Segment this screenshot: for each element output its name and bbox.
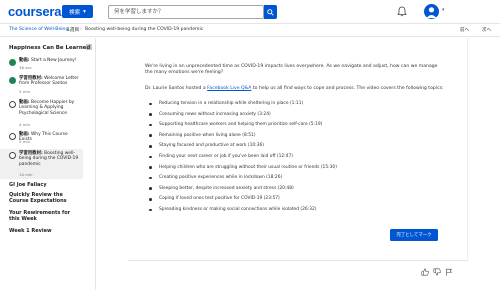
sidebar: Happiness Can Be Learned 動画: Start a New… (0, 38, 96, 290)
intro-paragraph: We're living in an unprecedented time as… (145, 64, 438, 76)
sidebar-item-boosting-wellbeing[interactable]: 学習用教材: Boosting well-being during the CO… (0, 149, 83, 179)
sidebar-section-review-expectations[interactable]: Quickly Review the Course Expectations (9, 192, 79, 205)
search-input[interactable]: 何を学習しますか？ (108, 5, 264, 19)
reading-icon (9, 152, 16, 159)
chevron-right-icon: › (80, 27, 82, 32)
browse-button[interactable]: 検索 ▾ (62, 5, 93, 18)
sidebar-section-week1-review[interactable]: Week 1 Review (9, 228, 79, 234)
search-button[interactable] (264, 5, 277, 19)
chevron-right-icon: › (61, 27, 63, 32)
breadcrumb: The Science of Well-Being › 1週目 › Boosti… (0, 24, 500, 37)
hosted-prefix: Dr. Laurie Santos hosted a (145, 86, 208, 91)
search-icon (267, 8, 274, 16)
previous-button[interactable]: 前へ (460, 27, 469, 33)
topics-list: Reducing tension in a relationship while… (149, 101, 337, 218)
list-item: Finding your next career or job if you'v… (149, 154, 337, 165)
sidebar-section-gi-joe-fallacy[interactable]: GI Joe Fallacy (9, 182, 79, 188)
divider (128, 260, 468, 261)
list-item: Sleeping better, despite increased anxie… (149, 186, 337, 197)
thumbs-up-icon[interactable] (421, 268, 429, 276)
chevron-down-icon: ▾ (83, 8, 86, 15)
check-circle-icon (9, 59, 16, 66)
sidebar-item-start-journey[interactable]: 動画: Start a New Journey! 36 sec (0, 56, 83, 72)
sidebar-item-why-course-exists[interactable]: 動画: Why This Course Exists 5 min (0, 130, 83, 146)
bell-icon[interactable] (397, 6, 407, 17)
play-icon (9, 133, 16, 140)
mark-complete-button[interactable]: 完了としてマーク (390, 229, 438, 241)
sidebar-section-rewirements[interactable]: Your Rewirements for this Week (9, 210, 79, 223)
item-duration: 4 min (19, 122, 31, 127)
list-item: Spreading kindness or making social conn… (149, 207, 337, 218)
hosted-suffix: to help us all find ways to cope and pro… (251, 86, 444, 91)
item-label: Start a New Journey! (29, 58, 77, 63)
hosted-paragraph: Dr. Laurie Santos hosted a Facebook Live… (145, 86, 445, 92)
item-duration: 36 sec (19, 65, 32, 70)
flag-icon[interactable] (445, 268, 453, 276)
sidebar-item-become-happier[interactable]: 動画: Become Happier by Learning & Applyin… (0, 98, 83, 128)
chevron-down-icon[interactable]: ▾ (442, 7, 445, 13)
item-type: 動画: (19, 58, 30, 63)
list-item: Reducing tension in a relationship while… (149, 101, 337, 112)
item-duration: 5 min (19, 139, 31, 144)
list-item: Staying focused and productive at work (… (149, 143, 337, 154)
list-item: Remaining positive when living alone (8:… (149, 133, 337, 144)
facebook-live-link[interactable]: Facebook Live Q&A (207, 86, 251, 91)
list-item: Coping if loved ones test positive for C… (149, 196, 337, 207)
play-icon (9, 101, 16, 108)
list-item: Supporting healthcare workers and helpin… (149, 122, 337, 133)
next-button[interactable]: 次へ (482, 27, 491, 33)
breadcrumb-week[interactable]: 1週目 (67, 27, 79, 33)
coursera-logo[interactable]: coursera (8, 4, 62, 19)
breadcrumb-course[interactable]: The Science of Well-Being (9, 27, 68, 32)
sidebar-item-welcome-letter[interactable]: 学習用教材: Welcome Letter from Professor San… (0, 74, 83, 96)
item-duration: 10 min (19, 172, 33, 177)
list-item: Creating positive experiences while in l… (149, 175, 337, 186)
list-item: Helping children who are struggling with… (149, 165, 337, 176)
user-icon (426, 7, 437, 18)
breadcrumb-lesson: Boosting well-being during the COVID-19 … (85, 27, 204, 32)
top-header: coursera 検索 ▾ 何を学習しますか？ ▾ (0, 0, 500, 24)
avatar[interactable] (424, 4, 439, 19)
list-item: Consuming news without increasing anxiet… (149, 112, 337, 123)
check-circle-icon (9, 77, 16, 84)
browse-label: 検索 (69, 9, 81, 16)
sidebar-section-title: Happiness Can Be Learned (9, 45, 91, 51)
thumbs-down-icon[interactable] (433, 268, 441, 276)
list-icon[interactable] (86, 44, 92, 50)
item-duration: 5 min (19, 89, 31, 94)
